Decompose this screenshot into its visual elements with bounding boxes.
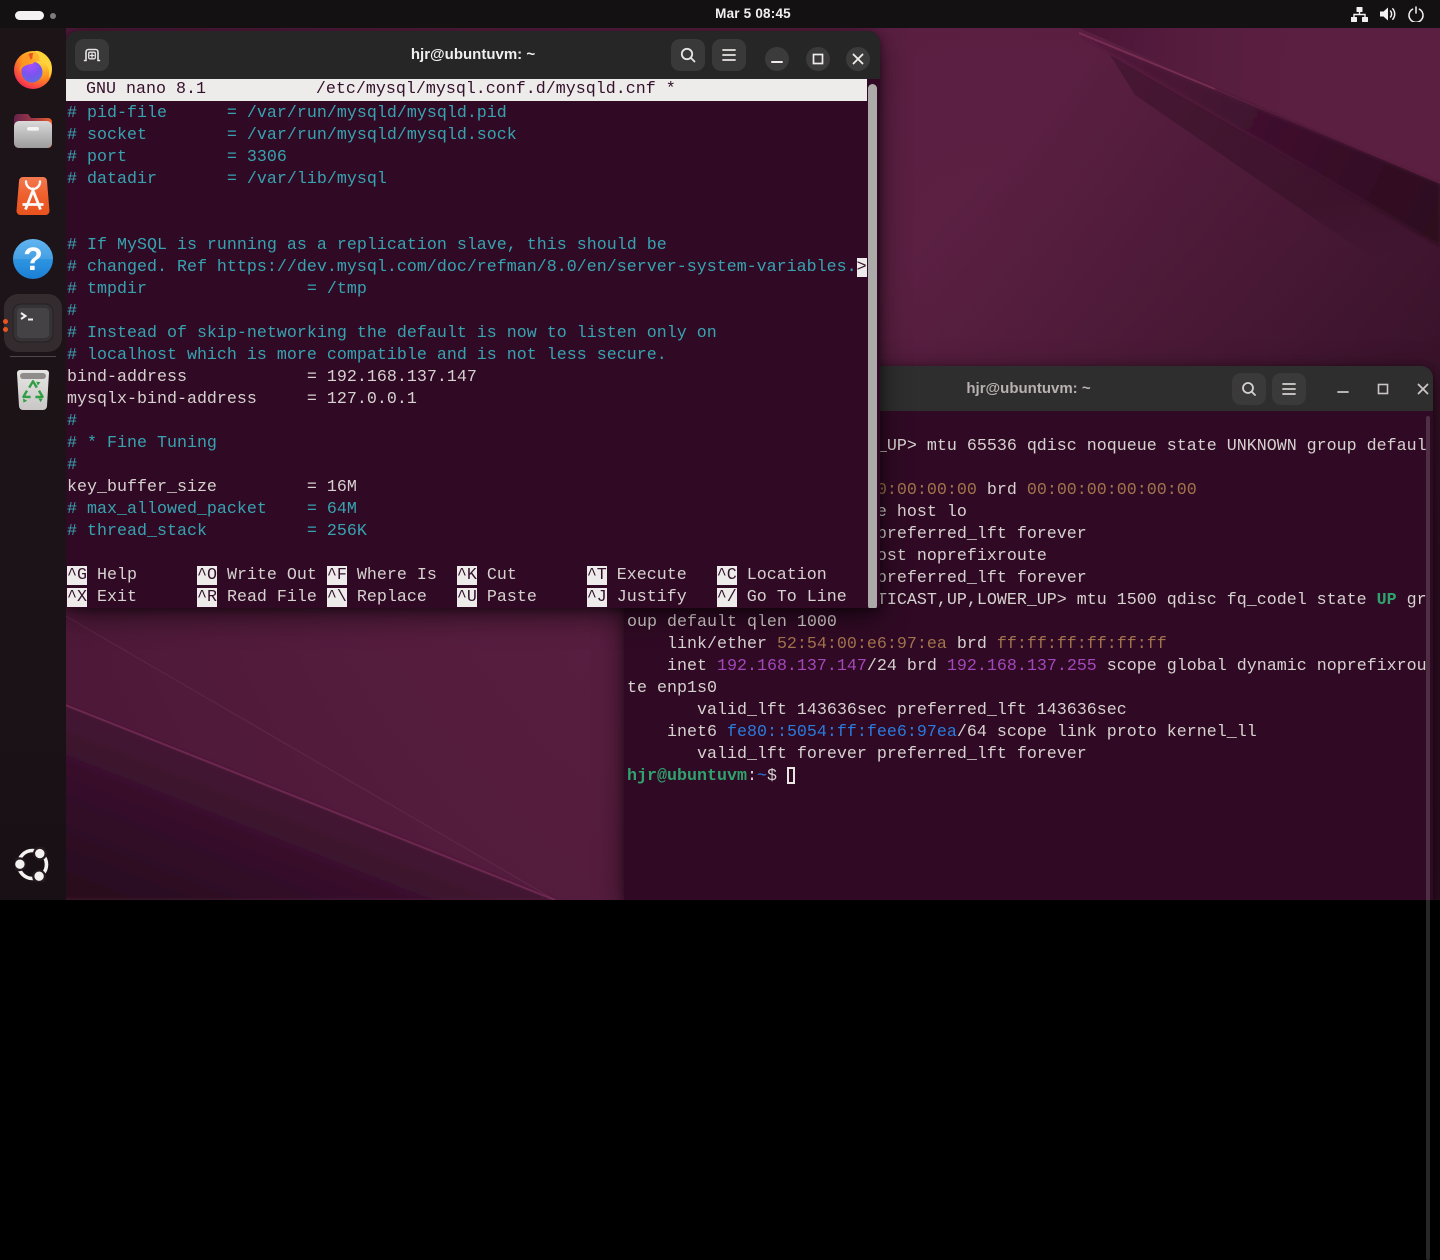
- svg-text:?: ?: [23, 241, 43, 277]
